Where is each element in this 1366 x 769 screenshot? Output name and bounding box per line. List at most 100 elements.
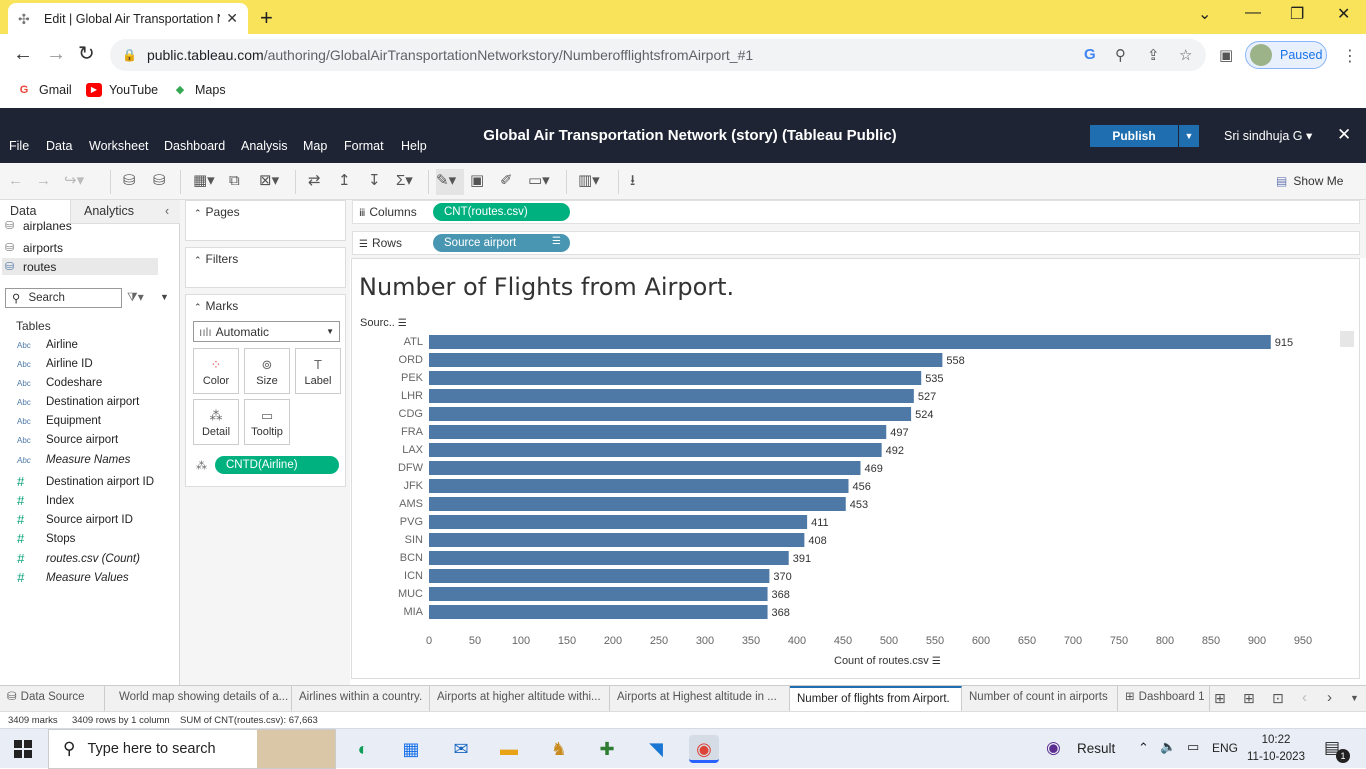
vscode-icon[interactable]: ◥ bbox=[641, 735, 671, 763]
category-label[interactable]: PVG bbox=[400, 516, 423, 528]
field-source-airport[interactable]: Abc Source airport bbox=[17, 434, 118, 446]
bookmark-youtube[interactable]: ▶ YouTube bbox=[86, 83, 158, 97]
publish-button[interactable]: Publish bbox=[1090, 125, 1178, 147]
fit-icon[interactable]: ▭▾ bbox=[528, 173, 550, 189]
duplicate-icon[interactable]: ⧉ bbox=[229, 173, 240, 189]
columns-shelf[interactable]: ⅲ Columns CNT(routes.csv) bbox=[352, 200, 1360, 224]
back-icon[interactable]: ← bbox=[13, 44, 33, 64]
language-indicator[interactable]: ENG bbox=[1212, 741, 1238, 755]
new-story-icon[interactable]: ⊡ bbox=[1272, 690, 1284, 707]
search-input[interactable]: ⚲ Search bbox=[5, 288, 122, 308]
chevron-up-icon[interactable]: ⌃ bbox=[1138, 740, 1149, 756]
chevron-down-icon[interactable]: ⌄ bbox=[1198, 4, 1211, 24]
taskbar-search-input[interactable]: ⚲ Type here to search bbox=[48, 729, 336, 769]
field-equipment[interactable]: Abc Equipment bbox=[17, 415, 101, 427]
bar[interactable] bbox=[429, 353, 943, 367]
clear-sheet-icon[interactable]: ⊠▾ bbox=[259, 173, 279, 189]
profile-button[interactable]: Paused bbox=[1245, 41, 1327, 69]
restore-icon[interactable]: ❐ bbox=[1290, 4, 1304, 24]
weather-icon[interactable]: ◉ bbox=[1046, 738, 1061, 758]
reload-icon[interactable]: ↻ bbox=[78, 44, 95, 64]
category-label[interactable]: MUC bbox=[398, 588, 423, 600]
speaker-icon[interactable]: 🔈 bbox=[1160, 739, 1176, 755]
category-label[interactable]: AMS bbox=[399, 498, 423, 510]
new-tab-icon[interactable]: + bbox=[260, 5, 273, 31]
bar[interactable] bbox=[429, 461, 861, 475]
file-explorer-icon[interactable]: ▬ bbox=[494, 735, 524, 763]
bar[interactable] bbox=[429, 551, 789, 565]
field-measure-names[interactable]: Abc Measure Names bbox=[17, 454, 130, 466]
category-label[interactable]: ORD bbox=[399, 354, 424, 366]
scrollbar-thumb[interactable] bbox=[1340, 331, 1354, 347]
bar[interactable] bbox=[429, 389, 914, 403]
field-destination-airport-id[interactable]: # Destination airport ID bbox=[17, 474, 154, 489]
fix-axes-icon[interactable]: ▥▾ bbox=[578, 173, 600, 189]
bar[interactable] bbox=[429, 497, 846, 511]
tab-data-source[interactable]: ⛁ Data Source bbox=[0, 686, 105, 711]
detail-pill[interactable]: CNTD(Airline) bbox=[215, 456, 339, 474]
collapse-pane-icon[interactable]: ‹ bbox=[165, 204, 169, 218]
browser-tab[interactable]: ✣ Edit | Global Air Transportation Netwo… bbox=[8, 3, 248, 34]
scroll-left-icon[interactable]: ‹ bbox=[1302, 689, 1307, 706]
app-plus-icon[interactable]: ✚ bbox=[592, 735, 622, 763]
chrome-icon[interactable]: ◉ bbox=[689, 735, 719, 763]
show-labels-icon[interactable]: ▣ bbox=[470, 173, 484, 189]
url-bar[interactable]: 🔒 public.tableau.com/authoring/GlobalAir… bbox=[110, 39, 1206, 71]
tab-airports-highest-altitude[interactable]: Airports at Highest altitude in ... bbox=[610, 686, 790, 711]
format-workbook-icon[interactable]: ✐ bbox=[500, 173, 513, 189]
redo-icon[interactable]: → bbox=[36, 173, 51, 189]
tab-count-in-airports[interactable]: Number of count in airports bbox=[962, 686, 1118, 711]
category-label[interactable]: BCN bbox=[400, 552, 423, 564]
minimize-icon[interactable]: — bbox=[1245, 4, 1261, 22]
tab-data[interactable]: Data bbox=[10, 204, 36, 218]
pages-card[interactable]: ⌃ Pages bbox=[185, 200, 346, 241]
bar[interactable] bbox=[429, 533, 805, 547]
filter-icon[interactable]: ⧩▾ bbox=[127, 290, 144, 305]
close-icon[interactable]: ✕ bbox=[1337, 125, 1351, 145]
field-stops[interactable]: # Stops bbox=[17, 531, 75, 546]
category-label[interactable]: LAX bbox=[402, 444, 423, 456]
tab-airports-higher-altitude[interactable]: Airports at higher altitude withi... bbox=[430, 686, 610, 711]
field-destination-airport[interactable]: Abc Destination airport bbox=[17, 396, 139, 408]
totals-icon[interactable]: Σ▾ bbox=[396, 173, 413, 189]
datasource-airports[interactable]: ⛁ airports bbox=[5, 241, 63, 255]
rows-shelf[interactable]: ☰ Rows Source airport ☰ bbox=[352, 231, 1360, 255]
publish-dropdown-icon[interactable]: ▼ bbox=[1179, 125, 1199, 147]
game-icon[interactable]: ♞ bbox=[544, 735, 574, 763]
undo-icon[interactable]: ← bbox=[8, 173, 23, 189]
sort-descending-icon[interactable]: ↧ bbox=[368, 173, 381, 189]
bar[interactable] bbox=[429, 587, 768, 601]
battery-icon[interactable]: ▭ bbox=[1187, 739, 1199, 755]
sort-ascending-icon[interactable]: ↥ bbox=[338, 173, 351, 189]
edge-icon[interactable]: ◐ bbox=[348, 735, 378, 763]
show-me-button[interactable]: ▤ Show Me bbox=[1276, 174, 1343, 188]
widget-label[interactable]: Result bbox=[1077, 741, 1115, 756]
category-label[interactable]: FRA bbox=[401, 426, 424, 438]
swap-icon[interactable]: ⇄ bbox=[308, 173, 321, 189]
mark-type-select[interactable]: ıılı Automatic ▼ bbox=[193, 321, 340, 342]
category-label[interactable]: LHR bbox=[401, 390, 423, 402]
new-datasource-icon[interactable]: ⛁ bbox=[123, 173, 136, 189]
bar[interactable] bbox=[429, 479, 849, 493]
bookmark-gmail[interactable]: G Gmail bbox=[16, 83, 72, 97]
tab-dashboard-1[interactable]: ⊞ Dashboard 1 bbox=[1118, 686, 1210, 711]
chevron-down-icon[interactable]: ▼ bbox=[1350, 693, 1359, 703]
tooltip-button[interactable]: ▭ Tooltip bbox=[244, 399, 290, 445]
new-dashboard-icon[interactable]: ⊞ bbox=[1243, 690, 1255, 707]
tab-analytics[interactable]: Analytics bbox=[84, 204, 134, 218]
bar[interactable] bbox=[429, 335, 1271, 349]
category-label[interactable]: PEK bbox=[401, 372, 424, 384]
category-label[interactable]: DFW bbox=[398, 462, 424, 474]
rows-pill[interactable]: Source airport ☰ bbox=[433, 234, 570, 252]
bar[interactable] bbox=[429, 443, 882, 457]
field-routes-count[interactable]: # routes.csv (Count) bbox=[17, 551, 140, 566]
close-tab-icon[interactable]: ✕ bbox=[226, 10, 238, 27]
category-label[interactable]: MIA bbox=[403, 606, 423, 618]
highlight-icon[interactable]: ✎▾ bbox=[436, 169, 464, 195]
x-axis-title[interactable]: Count of routes.csv ☰ bbox=[834, 655, 941, 667]
category-label[interactable]: CDG bbox=[399, 408, 423, 420]
bar[interactable] bbox=[429, 407, 912, 421]
more-icon[interactable]: ⋮ bbox=[1342, 46, 1358, 66]
label-button[interactable]: T Label bbox=[295, 348, 341, 394]
filters-card[interactable]: ⌃ Filters bbox=[185, 247, 346, 288]
